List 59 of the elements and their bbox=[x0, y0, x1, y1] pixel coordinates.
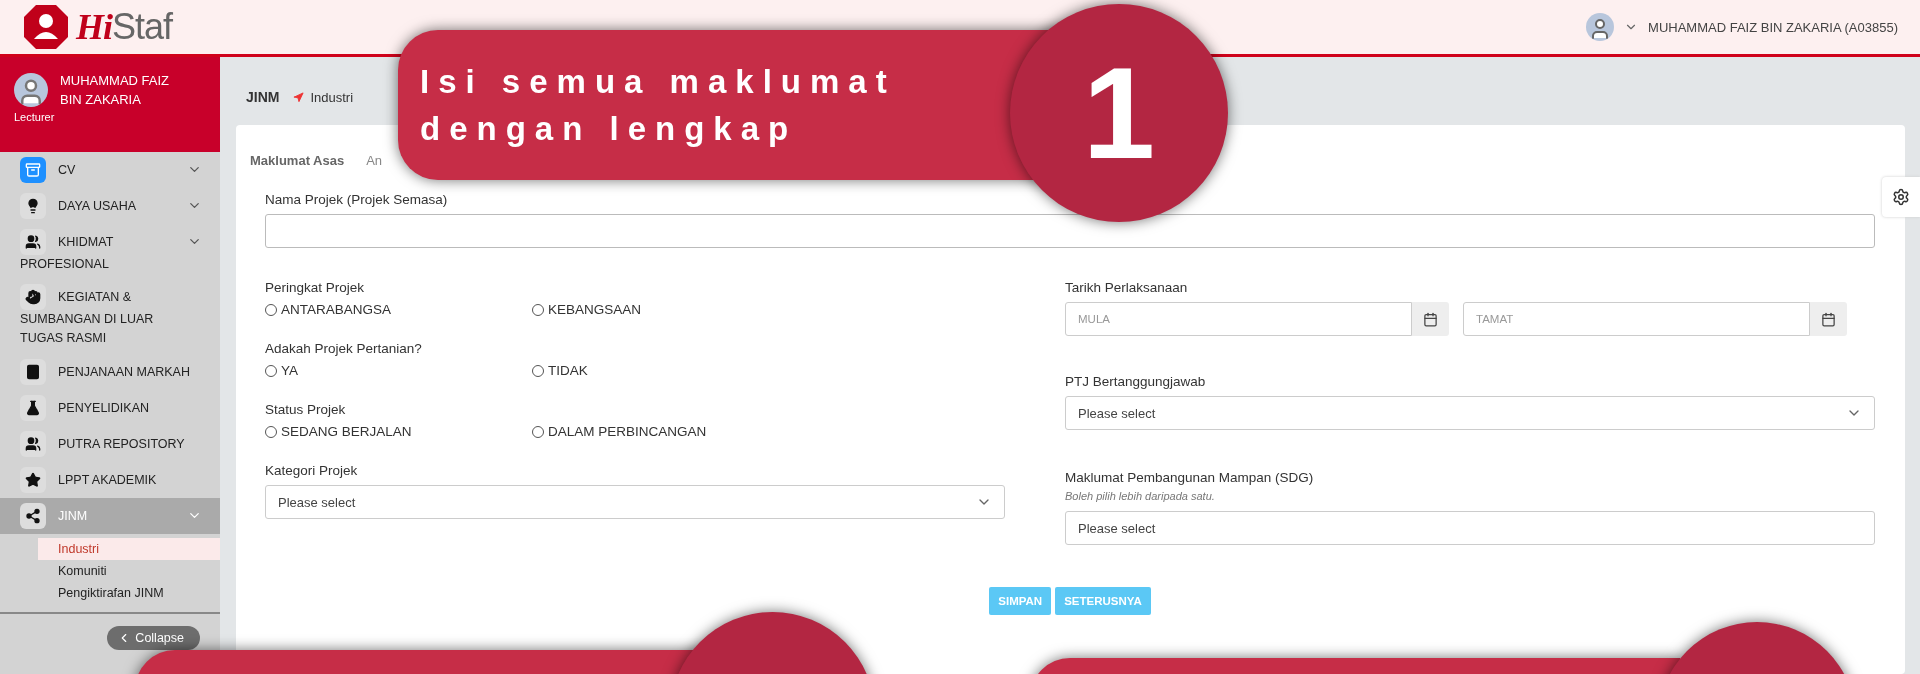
avatar-icon[interactable] bbox=[1586, 13, 1615, 41]
field-label: Tarikh Perlaksanaan bbox=[1065, 280, 1189, 295]
menu-icon bbox=[20, 229, 46, 255]
field-label: Peringkat Projek bbox=[265, 280, 366, 295]
radio-option[interactable]: DALAM PERBINCANGAN bbox=[532, 424, 1005, 439]
radio-option[interactable]: TIDAK bbox=[532, 363, 1005, 378]
tab[interactable]: An bbox=[366, 153, 383, 168]
radio-option[interactable]: SEDANG BERJALAN bbox=[265, 424, 532, 439]
menu-item[interactable]: CV bbox=[0, 152, 220, 188]
field-label: PTJ Bertanggungjawab bbox=[1065, 374, 1207, 389]
menu-icon bbox=[20, 157, 46, 183]
field-label: Maklumat Pembangunan Mampan (SDG) bbox=[1065, 470, 1315, 485]
submenu-item[interactable]: Komuniti bbox=[38, 559, 220, 582]
breadcrumb-section: JINM bbox=[246, 89, 280, 105]
calendar-icon[interactable] bbox=[1412, 302, 1449, 336]
submenu-item[interactable]: Pengiktirafan JINM bbox=[38, 581, 220, 604]
select-dropdown[interactable]: Please select bbox=[265, 485, 1005, 519]
menu-item[interactable]: LPPT AKADEMIK bbox=[0, 461, 220, 498]
tab[interactable]: Maklumat Asas bbox=[250, 153, 345, 168]
logo-icon bbox=[22, 3, 70, 51]
menu-icon bbox=[20, 394, 46, 421]
menu-item[interactable]: KHIDMAT PROFESIONAL bbox=[0, 224, 220, 280]
settings-icon[interactable] bbox=[1882, 177, 1920, 217]
menu-item[interactable]: PENJANAAN MARKAH bbox=[0, 353, 220, 390]
field-label: Kategori Projek bbox=[265, 463, 359, 478]
radio-option[interactable]: YA bbox=[265, 363, 532, 378]
arrow-icon bbox=[293, 91, 305, 103]
breadcrumb-page: Industri bbox=[310, 89, 354, 105]
menu-icon bbox=[20, 284, 46, 311]
collapse-button[interactable]: Collapse bbox=[107, 625, 200, 650]
date-input[interactable]: TAMAT bbox=[1463, 302, 1810, 336]
menu-icon bbox=[20, 430, 46, 457]
select-dropdown[interactable]: Please select bbox=[1065, 396, 1875, 430]
logo-text: Staf bbox=[112, 6, 173, 47]
profile-role: Lecturer bbox=[14, 111, 56, 123]
field-label: Nama Projek (Projek Semasa) bbox=[265, 192, 449, 207]
input-field[interactable] bbox=[265, 214, 1875, 248]
calendar-icon[interactable] bbox=[1810, 302, 1847, 336]
field-label: Adakah Projek Pertanian? bbox=[265, 341, 423, 356]
menu-icon bbox=[20, 358, 46, 385]
field-label: Status Projek bbox=[265, 402, 347, 417]
hint-text: Boleh pilih lebih daripada satu. bbox=[1065, 490, 1216, 502]
menu-item[interactable]: KEGIATAN & SUMBANGAN DI LUAR TUGAS RASMI bbox=[0, 279, 220, 354]
radio-option[interactable]: KEBANGSAAN bbox=[532, 302, 1005, 317]
menu-item[interactable]: PUTRA REPOSITORY bbox=[0, 425, 220, 462]
callout-text: Isi semua maklumat dengan lengkap bbox=[420, 62, 897, 149]
date-input[interactable]: MULA bbox=[1065, 302, 1412, 336]
submenu-item[interactable]: Industri bbox=[38, 537, 220, 560]
profile-name: MUHAMMAD FAIZ BIN ZAKARIA bbox=[60, 72, 171, 109]
radio-option[interactable]: ANTARABANGSA bbox=[265, 302, 532, 317]
menu-icon bbox=[20, 193, 46, 219]
menu-icon bbox=[20, 466, 46, 493]
user-name: MUHAMMAD FAIZ BIN ZAKARIA (A03855) bbox=[1648, 19, 1898, 35]
menu-item[interactable]: PENYELIDIKAN bbox=[0, 389, 220, 426]
avatar-icon bbox=[14, 73, 48, 107]
menu-icon bbox=[20, 502, 46, 529]
logo-text: Hi bbox=[76, 7, 112, 47]
menu-item[interactable]: DAYA USAHA bbox=[0, 188, 220, 224]
select-field[interactable]: Please select bbox=[1065, 511, 1875, 545]
